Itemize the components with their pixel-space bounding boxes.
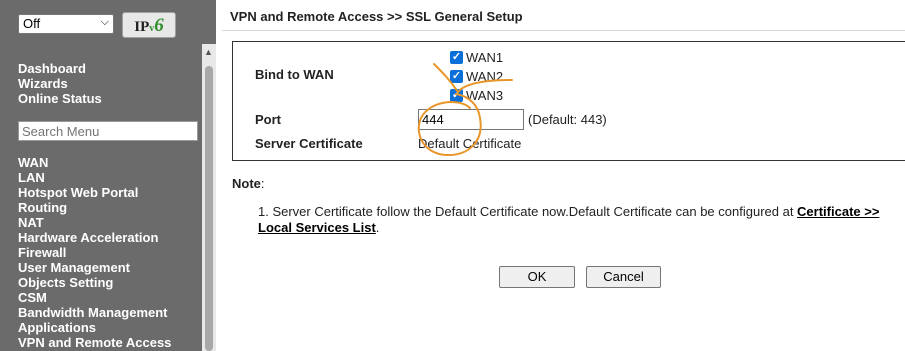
port-default-hint: (Default: 443) (528, 112, 607, 127)
note-heading: Note: (232, 176, 265, 191)
mode-select[interactable]: Off ⌵ (18, 14, 114, 34)
nav-item-bandwidth-management[interactable]: Bandwidth Management (18, 305, 171, 320)
page-title: VPN and Remote Access >> SSL General Set… (230, 9, 523, 24)
wan3-option[interactable]: ✓ WAN3 (450, 87, 503, 103)
cancel-button[interactable]: Cancel (586, 266, 661, 288)
wan1-option[interactable]: ✓ WAN1 (450, 49, 503, 65)
note-item: 1. Server Certificate follow the Default… (258, 204, 880, 235)
top-bar: Off ⌵ IPv6 (0, 0, 216, 46)
wan2-option[interactable]: ✓ WAN2 (450, 68, 503, 84)
nav-item-applications[interactable]: Applications (18, 320, 171, 335)
nav-item-objects-setting[interactable]: Objects Setting (18, 275, 171, 290)
server-certificate-value: Default Certificate (418, 136, 522, 151)
top-nav: Dashboard Wizards Online Status (18, 61, 102, 106)
server-certificate-label: Server Certificate (255, 136, 363, 151)
mode-select-value: Off (23, 16, 41, 31)
scroll-thumb[interactable] (205, 66, 213, 351)
nav-item-dashboard[interactable]: Dashboard (18, 61, 102, 76)
nav-item-lan[interactable]: LAN (18, 170, 171, 185)
bind-to-wan-label: Bind to WAN (255, 67, 334, 82)
nav-item-wan[interactable]: WAN (18, 155, 171, 170)
wan1-checkbox[interactable]: ✓ (450, 50, 463, 64)
nav-item-firewall[interactable]: Firewall (18, 245, 171, 260)
wan1-label: WAN1 (466, 49, 504, 65)
ok-button[interactable]: OK (499, 266, 575, 288)
nav-item-csm[interactable]: CSM (18, 290, 171, 305)
wan2-checkbox[interactable]: ✓ (450, 69, 463, 83)
wan2-label: WAN2 (466, 68, 504, 84)
sidebar-scrollbar[interactable]: ▲ (202, 44, 216, 351)
chevron-down-icon: ⌵ (100, 16, 109, 28)
nav-item-routing[interactable]: Routing (18, 200, 171, 215)
wan3-checkbox[interactable]: ✓ (450, 88, 463, 102)
port-input[interactable] (418, 109, 524, 130)
nav-item-online-status[interactable]: Online Status (18, 91, 102, 106)
title-divider (222, 30, 905, 31)
ipv6-button[interactable]: IPv6 (122, 12, 176, 38)
port-label: Port (255, 112, 281, 127)
nav-item-hardware-acceleration[interactable]: Hardware Acceleration (18, 230, 171, 245)
nav-item-nat[interactable]: NAT (18, 215, 171, 230)
nav-item-user-management[interactable]: User Management (18, 260, 171, 275)
ipv6-label: IPv6 (134, 15, 164, 36)
nav-item-vpn-remote-access[interactable]: VPN and Remote Access (18, 335, 171, 350)
nav-item-hotspot-web-portal[interactable]: Hotspot Web Portal (18, 185, 171, 200)
nav-item-wizards[interactable]: Wizards (18, 76, 102, 91)
scroll-up-icon[interactable]: ▲ (204, 47, 213, 57)
main-nav: WAN LAN Hotspot Web Portal Routing NAT H… (18, 155, 171, 350)
search-menu-input[interactable] (18, 121, 198, 141)
wan3-label: WAN3 (466, 87, 504, 103)
